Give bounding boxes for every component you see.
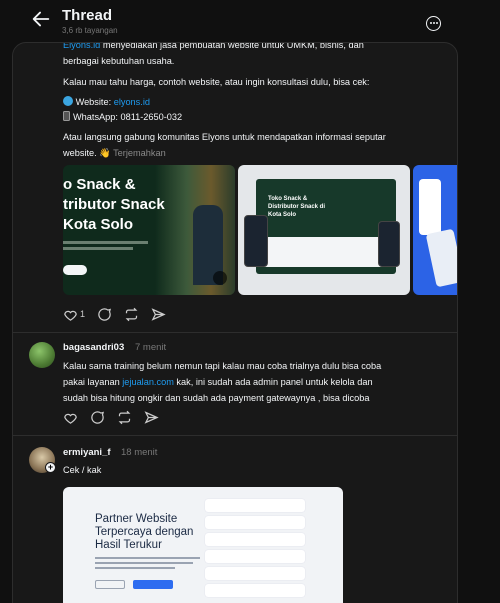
image-2-heading: Toko Snack & Distributor Snack di Kota S… [268, 196, 326, 218]
community-text: Atau langsung gabung komunitas Elyons un… [63, 132, 386, 158]
repost-icon [125, 307, 138, 321]
share-button[interactable] [144, 410, 159, 425]
reply-image-heading-3: Hasil Terukur [95, 539, 162, 551]
image-1-heading-3: Kota Solo [63, 216, 133, 233]
heart-icon [64, 310, 77, 321]
send-icon [151, 307, 166, 321]
repost-button[interactable] [117, 410, 132, 425]
reply-username[interactable]: ermiyani_f [63, 447, 111, 458]
image-1-heading-1: o Snack & [63, 176, 136, 193]
mute-icon[interactable] [213, 271, 227, 285]
repost-icon [118, 410, 131, 424]
more-options-icon[interactable] [426, 16, 441, 31]
comment-button[interactable] [97, 307, 112, 322]
reply-actions [63, 408, 171, 426]
reply-username[interactable]: bagasandri03 [63, 342, 124, 353]
follow-plus-icon[interactable]: + [45, 462, 56, 473]
reply-image-heading-2: Terpercaya dengan [95, 526, 194, 538]
avatar[interactable] [29, 342, 55, 368]
share-button[interactable] [151, 307, 166, 322]
post-actions: 1 [63, 305, 178, 323]
elyons-link[interactable]: Elyons.id [63, 43, 100, 50]
reply-text: Cek / kak [63, 465, 102, 475]
reply-time: 18 menit [121, 447, 158, 458]
divider [13, 435, 457, 436]
reply-image-heading-1: Partner Website [95, 513, 178, 525]
page-title: Thread [62, 7, 113, 24]
repost-button[interactable] [124, 307, 139, 322]
image-1-heading-2: tributor Snack [63, 196, 165, 213]
whatsapp-line: WhatsApp: 0811-2650-032 [63, 109, 433, 125]
reply-image[interactable]: Partner Website Terpercaya dengan Hasil … [63, 487, 343, 603]
reply-text: Kalau sama training belum nemun tapi kal… [63, 361, 382, 403]
comment-icon [91, 410, 105, 424]
post-cta: Kalau mau tahu harga, contoh website, at… [63, 77, 370, 87]
post-body: Elyons.id menyediakan jasa pembuatan web… [63, 42, 364, 66]
globe-icon [63, 96, 73, 106]
thread-card: Elyons.id menyediakan jasa pembuatan web… [12, 42, 458, 603]
translate-link[interactable]: Terjemahkan [113, 148, 166, 158]
comment-icon [98, 307, 112, 321]
reply-time: 7 menit [135, 342, 167, 353]
view-count: 3,6 rb tayangan [62, 26, 118, 35]
thread-header: Thread 3,6 rb tayangan [0, 0, 500, 40]
like-button[interactable] [63, 410, 78, 425]
jejualan-link[interactable]: jejualan.com [122, 377, 174, 387]
back-arrow-icon[interactable] [30, 8, 52, 30]
heart-icon [64, 413, 77, 424]
post-image-3[interactable] [413, 165, 457, 295]
website-line: Website: elyons.id [63, 94, 433, 110]
divider [13, 332, 457, 333]
post-image-1[interactable]: o Snack & tributor Snack Kota Solo [63, 165, 235, 295]
website-link[interactable]: elyons.id [114, 97, 150, 107]
like-count: 1 [80, 309, 86, 319]
post-image-2[interactable]: Toko Snack & Distributor Snack di Kota S… [238, 165, 410, 295]
send-icon [144, 410, 159, 424]
comment-button[interactable] [90, 410, 105, 425]
phone-icon [63, 111, 70, 121]
like-button[interactable]: 1 [63, 307, 85, 322]
